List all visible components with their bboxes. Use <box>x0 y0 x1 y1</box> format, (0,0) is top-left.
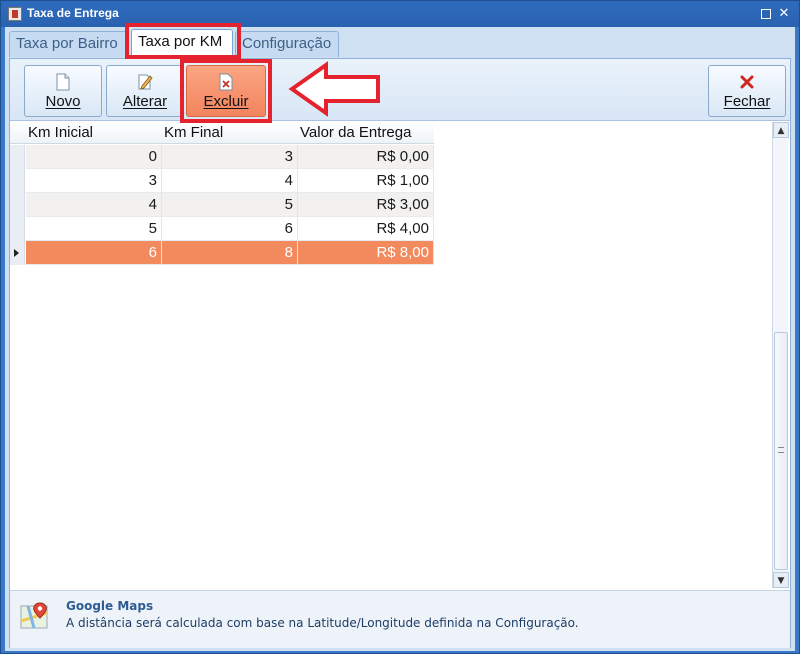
row-indicator[interactable] <box>10 217 25 241</box>
close-window-button[interactable]: ✕ <box>777 7 791 21</box>
cell-km-final[interactable]: 6 <box>162 217 298 241</box>
current-row-indicator[interactable] <box>10 241 25 265</box>
fechar-button[interactable]: Fechar <box>708 65 786 117</box>
cell-valor[interactable]: R$ 8,00 <box>298 241 434 265</box>
table-row[interactable]: 3 4 R$ 1,00 <box>10 169 434 193</box>
row-indicator[interactable] <box>10 193 25 217</box>
cell-km-inicial[interactable]: 3 <box>26 169 162 193</box>
cell-valor[interactable]: R$ 3,00 <box>298 193 434 217</box>
column-header-km-final[interactable]: Km Final <box>164 124 223 141</box>
table-row[interactable]: 5 6 R$ 4,00 <box>10 217 434 241</box>
excluir-button[interactable]: Excluir <box>186 65 266 117</box>
scroll-down-button[interactable]: ▼ <box>773 572 789 588</box>
cell-km-inicial[interactable]: 5 <box>26 217 162 241</box>
tab-configuracao[interactable]: Configuração <box>235 31 339 57</box>
cell-valor[interactable]: R$ 4,00 <box>298 217 434 241</box>
edit-icon <box>138 74 153 90</box>
table-row-selected[interactable]: 6 8 R$ 8,00 <box>10 241 434 265</box>
cell-km-inicial[interactable]: 6 <box>26 241 162 265</box>
vertical-scrollbar[interactable]: ▲ ▼ <box>772 122 789 588</box>
excluir-label: Excluir <box>203 93 249 110</box>
cell-km-inicial[interactable]: 4 <box>26 193 162 217</box>
footer-title: Google Maps <box>66 599 154 613</box>
footer-description: A distância será calculada com base na L… <box>66 616 579 630</box>
maximize-button[interactable] <box>759 7 773 21</box>
cell-valor[interactable]: R$ 0,00 <box>298 145 434 169</box>
window-title: Taxa de Entrega <box>27 6 119 20</box>
app-window: Taxa de Entrega ✕ Taxa por Bairro Taxa p… <box>0 0 800 654</box>
table-row[interactable]: 0 3 R$ 0,00 <box>10 145 434 169</box>
new-document-icon <box>56 73 70 91</box>
cell-km-final[interactable]: 5 <box>162 193 298 217</box>
grip-icon <box>778 447 784 453</box>
toolbar: Novo Alterar Excluir Fechar <box>10 59 790 123</box>
fechar-label: Fechar <box>723 93 771 110</box>
table-row[interactable]: 4 5 R$ 3,00 <box>10 193 434 217</box>
scroll-up-button[interactable]: ▲ <box>773 122 789 138</box>
close-icon <box>740 75 754 89</box>
cell-km-final[interactable]: 4 <box>162 169 298 193</box>
cell-valor[interactable]: R$ 1,00 <box>298 169 434 193</box>
maximize-icon <box>761 9 771 19</box>
google-maps-icon <box>20 602 48 629</box>
row-indicator[interactable] <box>10 145 25 169</box>
tab-taxa-por-km[interactable]: Taxa por KM <box>131 29 233 59</box>
title-bar[interactable]: Taxa de Entrega ✕ <box>1 1 799 27</box>
alterar-label: Alterar <box>122 93 168 110</box>
row-indicator[interactable] <box>10 169 25 193</box>
client-area: Taxa por Bairro Taxa por KM Configuração… <box>5 23 795 651</box>
scroll-thumb[interactable] <box>774 332 788 570</box>
tab-taxa-por-bairro[interactable]: Taxa por Bairro <box>9 31 129 57</box>
cell-km-final[interactable]: 8 <box>162 241 298 265</box>
column-header-valor[interactable]: Valor da Entrega <box>300 124 411 141</box>
cell-km-final[interactable]: 3 <box>162 145 298 169</box>
cell-km-inicial[interactable]: 0 <box>26 145 162 169</box>
app-icon <box>8 7 22 21</box>
info-footer: Google Maps A distância será calculada c… <box>10 590 790 648</box>
novo-button[interactable]: Novo <box>24 65 102 117</box>
delete-document-icon <box>219 73 233 91</box>
column-header-km-inicial[interactable]: Km Inicial <box>28 124 93 141</box>
annotation-arrow-icon <box>288 61 380 117</box>
alterar-button[interactable]: Alterar <box>106 65 184 117</box>
novo-label: Novo <box>45 93 81 110</box>
grid-header: Km Inicial Km Final Valor da Entrega <box>10 122 434 144</box>
tab-panel-km: Novo Alterar Excluir Fechar Km Inicial K… <box>9 58 791 648</box>
km-rates-grid[interactable]: Km Inicial Km Final Valor da Entrega 0 3… <box>10 122 770 588</box>
